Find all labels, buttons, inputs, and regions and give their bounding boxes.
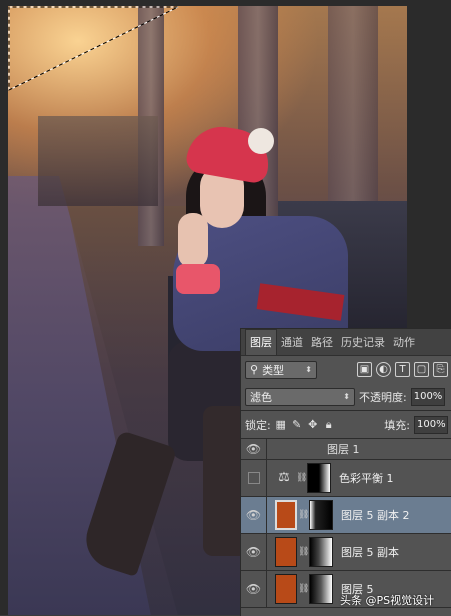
lock-all-icon[interactable]: 🔒︎ xyxy=(323,418,335,431)
layer-name: 图层 5 副本 2 xyxy=(341,509,410,522)
panel-tabs: 图层 通道 路径 历史记录 动作 xyxy=(241,329,451,356)
tab-actions[interactable]: 动作 xyxy=(389,330,419,355)
watermark: 头条 @PS视觉设计 xyxy=(340,594,435,607)
opacity-input[interactable]: 100% xyxy=(410,387,445,406)
photo-background-bench xyxy=(38,116,158,206)
filter-row: ⚲ 类型 ⬍ ▣ ◐ T ▢ ⎘ xyxy=(241,356,451,383)
filter-shape-icon[interactable]: ▢ xyxy=(414,362,429,377)
link-icon[interactable]: ⛓ xyxy=(298,510,309,520)
link-icon[interactable]: ⛓ xyxy=(298,584,309,594)
photo-sleeve xyxy=(176,264,220,294)
filter-adjustment-icon[interactable]: ◐ xyxy=(376,362,391,377)
filter-smart-object-icon[interactable]: ⎘ xyxy=(433,362,448,377)
lock-label: 锁定: xyxy=(245,418,271,432)
layer-thumbnail[interactable] xyxy=(275,500,297,530)
visibility-toggle[interactable] xyxy=(241,460,267,496)
link-icon[interactable]: ⛓ xyxy=(296,473,307,483)
chevron-updown-icon: ⬍ xyxy=(343,392,350,401)
lock-transparent-icon[interactable]: ▦ xyxy=(275,418,287,431)
layer-mask-thumbnail[interactable] xyxy=(309,537,333,567)
layer-thumbnail[interactable] xyxy=(275,537,297,567)
layers-panel: 图层 通道 路径 历史记录 动作 ⚲ 类型 ⬍ ▣ ◐ T ▢ ⎘ 滤色 ⬍ 不… xyxy=(240,328,451,616)
empty-visibility-box xyxy=(247,472,260,484)
fill-input[interactable]: 100% xyxy=(414,415,448,434)
layer-row[interactable]: ⚖ ⛓ 色彩平衡 1 xyxy=(241,460,451,497)
eye-icon[interactable]: 👁︎ xyxy=(241,497,267,533)
tab-layers[interactable]: 图层 xyxy=(245,329,277,355)
lock-row: 锁定: ▦ ✎ ✥ 🔒︎ 填充: 100% xyxy=(241,411,451,438)
blend-row: 滤色 ⬍ 不透明度: 100% xyxy=(241,383,451,410)
tab-history[interactable]: 历史记录 xyxy=(337,330,389,355)
blend-mode-select[interactable]: 滤色 ⬍ xyxy=(245,387,355,406)
layer-name: 图层 5 副本 xyxy=(341,546,399,559)
search-icon: ⚲ xyxy=(250,363,259,376)
filter-type-icon[interactable]: T xyxy=(395,362,410,377)
filter-label: 类型 xyxy=(262,363,285,377)
layer-mask-thumbnail[interactable] xyxy=(309,574,333,604)
layer-name: 色彩平衡 1 xyxy=(339,472,394,485)
eye-icon[interactable]: 👁︎ xyxy=(241,534,267,570)
layer-row[interactable]: 👁︎ ⛓ 图层 5 副本 2 xyxy=(241,497,451,534)
opacity-label: 不透明度: xyxy=(359,390,407,404)
filter-pixel-icon[interactable]: ▣ xyxy=(357,362,372,377)
lock-brush-icon[interactable]: ✎ xyxy=(291,418,303,431)
layer-filter-select[interactable]: ⚲ 类型 ⬍ xyxy=(245,360,317,379)
fill-label: 填充: xyxy=(384,418,410,432)
photo-hand xyxy=(178,213,208,268)
layer-mask-thumbnail[interactable] xyxy=(309,500,333,530)
link-icon[interactable]: ⛓ xyxy=(298,547,309,557)
layer-row[interactable]: 👁︎ 图层 1 xyxy=(241,439,451,460)
eye-icon[interactable]: 👁︎ xyxy=(241,571,267,607)
blend-mode-value: 滤色 xyxy=(250,390,272,404)
tab-channels[interactable]: 通道 xyxy=(277,330,307,355)
lock-position-icon[interactable]: ✥ xyxy=(307,418,319,431)
layers-list: 👁︎ 图层 1 ⚖ ⛓ 色彩平衡 1 👁︎ ⛓ 图层 5 副本 2 👁︎ ⛓ 图… xyxy=(241,439,451,608)
eye-icon[interactable]: 👁︎ xyxy=(241,439,267,459)
layer-row[interactable]: 👁︎ ⛓ 图层 5 副本 xyxy=(241,534,451,571)
photo-pompom xyxy=(248,128,274,154)
tab-paths[interactable]: 路径 xyxy=(307,330,337,355)
balance-scale-icon: ⚖ xyxy=(278,470,290,485)
chevron-updown-icon: ⬍ xyxy=(305,365,312,374)
layer-thumbnail[interactable] xyxy=(275,574,297,604)
layer-name: 图层 1 xyxy=(327,443,360,456)
layer-mask-thumbnail[interactable] xyxy=(307,463,331,493)
